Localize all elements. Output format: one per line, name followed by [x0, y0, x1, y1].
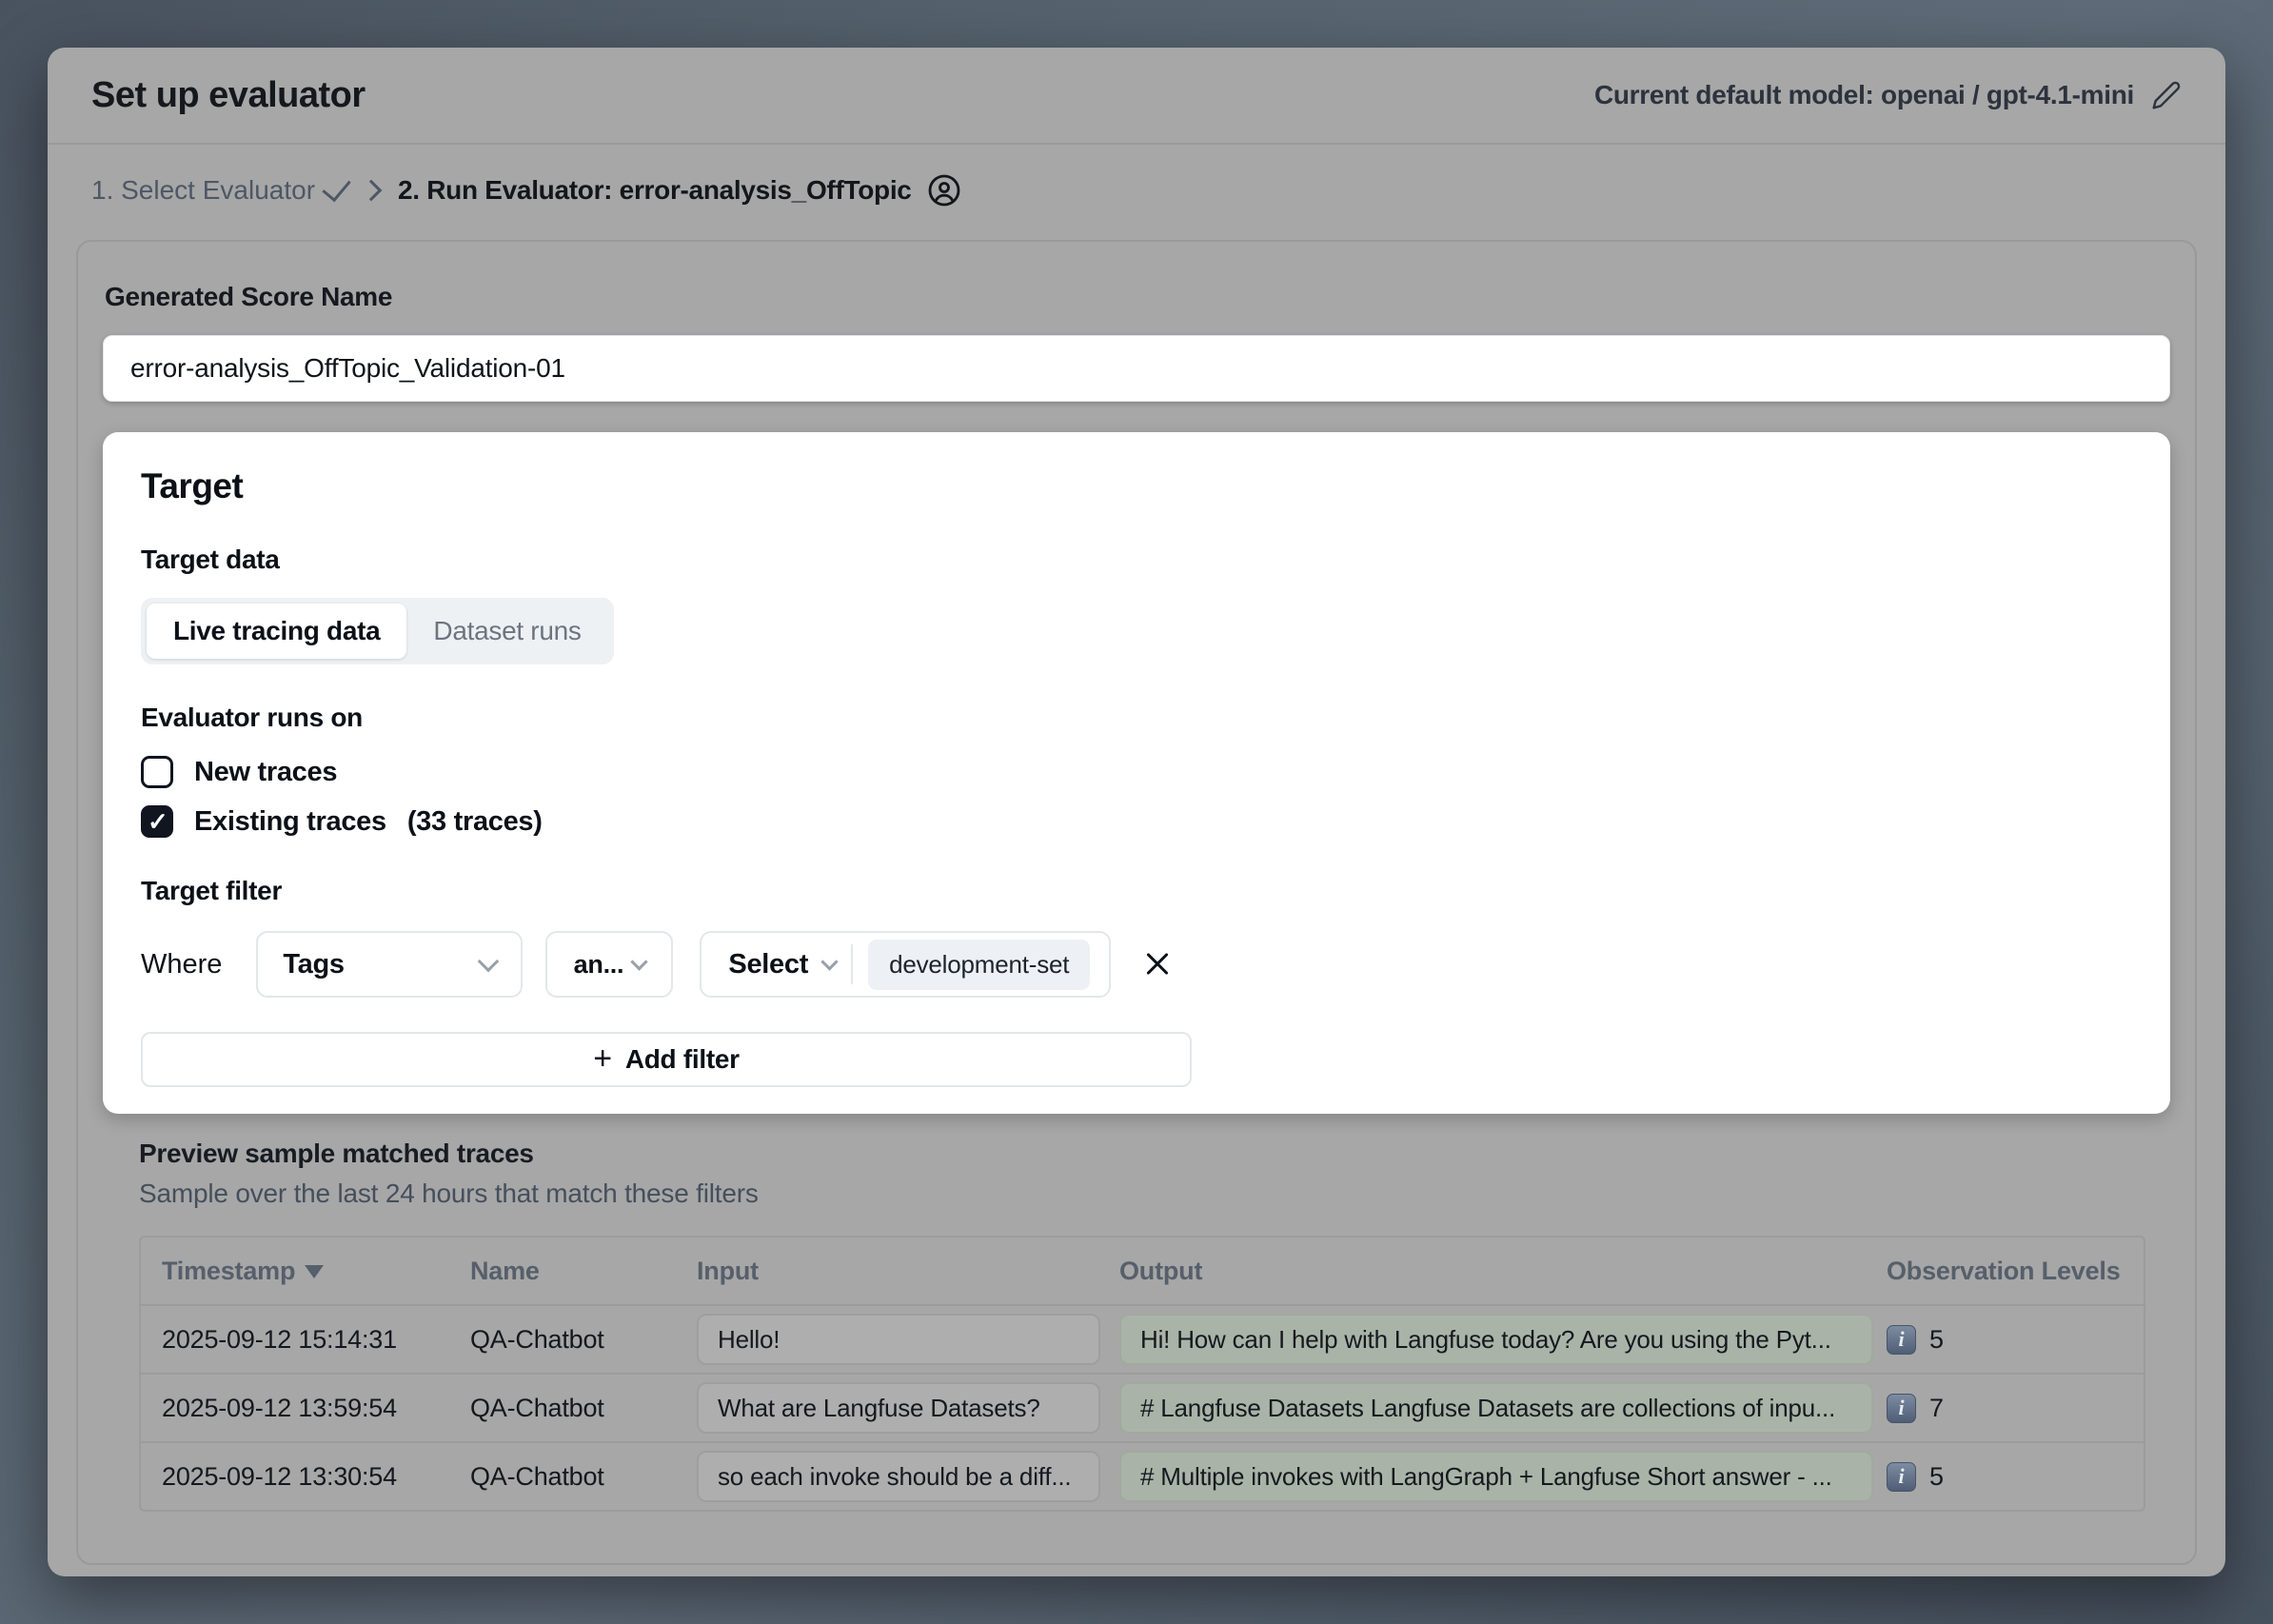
filter-column-value: Tags: [283, 949, 344, 980]
cell-input: What are Langfuse Datasets?: [697, 1382, 1100, 1434]
filter-operator-value: an...: [574, 950, 624, 980]
setup-evaluator-dialog: Set up evaluator Current default model: …: [48, 48, 2225, 1576]
cell-output: # Multiple invokes with LangGraph + Lang…: [1119, 1451, 1873, 1502]
info-icon: [1887, 1325, 1916, 1355]
evaluator-runs-on-label: Evaluator runs on: [141, 703, 2132, 733]
chevron-down-icon: [478, 951, 500, 973]
target-card: Target Target data Live tracing data Dat…: [103, 432, 2170, 1114]
page-title: Set up evaluator: [91, 75, 366, 116]
tab-dataset-runs[interactable]: Dataset runs: [406, 604, 607, 659]
col-output: Output: [1112, 1238, 1879, 1304]
evaluator-form-panel: Generated Score Name Target Target data …: [76, 240, 2197, 1565]
step1-label: 1. Select Evaluator: [91, 175, 315, 206]
new-traces-row: New traces: [141, 756, 2132, 788]
new-traces-checkbox[interactable]: [141, 756, 173, 788]
new-traces-label: New traces: [194, 757, 337, 788]
target-title: Target: [141, 466, 2132, 506]
filter-row: Where Tags an... Select development-set: [141, 931, 2132, 998]
cell-timestamp: 2025-09-12 13:30:54: [141, 1441, 463, 1510]
score-name-input[interactable]: [103, 335, 2170, 402]
pencil-icon: [2151, 80, 2182, 110]
cell-name: QA-Chatbot: [463, 1441, 689, 1510]
filter-column-select[interactable]: Tags: [256, 931, 523, 998]
add-filter-button[interactable]: Add filter: [141, 1032, 1192, 1087]
cell-timestamp: 2025-09-12 15:14:31: [141, 1304, 463, 1373]
filter-value-chip[interactable]: development-set: [868, 940, 1090, 990]
cell-name: QA-Chatbot: [463, 1373, 689, 1441]
cell-name: QA-Chatbot: [463, 1304, 689, 1373]
filter-operator-select[interactable]: an...: [545, 931, 673, 998]
preview-section: Preview sample matched traces Sample ove…: [139, 1139, 2136, 1512]
cell-levels: 5: [1929, 1462, 1944, 1492]
divider: [851, 944, 853, 984]
cell-output: # Langfuse Datasets Langfuse Datasets ar…: [1119, 1382, 1873, 1434]
target-data-label: Target data: [141, 545, 2132, 575]
table-row[interactable]: 2025-09-12 13:59:54 QA-Chatbot What are …: [141, 1373, 2144, 1441]
cell-input: so each invoke should be a diff...: [697, 1451, 1100, 1502]
target-filter-label: Target filter: [141, 876, 2132, 906]
default-model-label: Current default model: openai / gpt-4.1-…: [1594, 80, 2134, 110]
existing-traces-checkbox[interactable]: [141, 805, 173, 838]
existing-traces-label: Existing traces: [194, 806, 386, 838]
breadcrumb-step-1[interactable]: 1. Select Evaluator: [91, 175, 345, 206]
table-row[interactable]: 2025-09-12 15:14:31 QA-Chatbot Hello! Hi…: [141, 1304, 2144, 1373]
cell-levels: 7: [1929, 1394, 1944, 1423]
table-header-row: Timestamp Name Input Output Observation …: [141, 1238, 2144, 1304]
info-icon: [1887, 1462, 1916, 1492]
chevron-down-icon: [820, 953, 838, 970]
chevron-right-icon: [361, 180, 383, 202]
existing-traces-count: (33 traces): [407, 806, 543, 838]
preview-title: Preview sample matched traces: [139, 1139, 2136, 1169]
where-label: Where: [141, 949, 222, 980]
matched-traces-table: Timestamp Name Input Output Observation …: [139, 1236, 2145, 1512]
tab-live-tracing-data[interactable]: Live tracing data: [147, 604, 406, 659]
edit-model-button[interactable]: [2151, 80, 2182, 110]
target-data-tabs: Live tracing data Dataset runs: [141, 598, 614, 664]
chevron-down-icon: [630, 953, 647, 970]
score-name-label: Generated Score Name: [105, 282, 2170, 312]
info-icon: [1887, 1394, 1916, 1423]
col-input: Input: [689, 1238, 1112, 1304]
col-timestamp-label: Timestamp: [162, 1257, 295, 1285]
remove-filter-button[interactable]: [1139, 945, 1177, 983]
existing-traces-row: Existing traces (33 traces): [141, 805, 2132, 838]
col-observation-levels: Observation Levels: [1879, 1238, 2144, 1304]
user-circle-icon: [927, 173, 961, 208]
filter-value-select[interactable]: Select development-set: [700, 931, 1111, 998]
sort-desc-icon: [305, 1265, 324, 1278]
filter-value-placeholder: Select: [728, 949, 808, 980]
dialog-header: Set up evaluator Current default model: …: [48, 48, 2225, 145]
add-filter-label: Add filter: [625, 1044, 740, 1075]
cell-levels: 5: [1929, 1325, 1944, 1355]
check-icon: [322, 171, 350, 202]
step2-label: 2. Run Evaluator: error-analysis_OffTopi…: [398, 175, 912, 206]
preview-subtitle: Sample over the last 24 hours that match…: [139, 1178, 2136, 1209]
cell-input: Hello!: [697, 1314, 1100, 1365]
breadcrumb-step-2[interactable]: 2. Run Evaluator: error-analysis_OffTopi…: [398, 173, 961, 208]
table-row[interactable]: 2025-09-12 13:30:54 QA-Chatbot so each i…: [141, 1441, 2144, 1510]
breadcrumb: 1. Select Evaluator 2. Run Evaluator: er…: [48, 145, 2225, 240]
cell-output: Hi! How can I help with Langfuse today? …: [1119, 1314, 1873, 1365]
cell-timestamp: 2025-09-12 13:59:54: [141, 1373, 463, 1441]
col-name: Name: [463, 1238, 689, 1304]
col-timestamp[interactable]: Timestamp: [141, 1238, 463, 1304]
